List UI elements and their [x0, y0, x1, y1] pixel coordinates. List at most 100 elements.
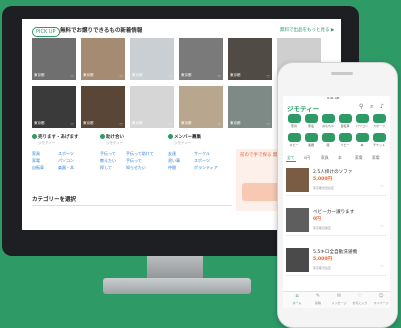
nav-icon[interactable]: ⌂ — [287, 293, 307, 299]
category-icon[interactable] — [305, 133, 318, 142]
category-link[interactable]: 仲間 — [168, 165, 176, 171]
category-icon[interactable] — [356, 114, 369, 123]
monitor-base — [103, 278, 251, 294]
category-icon[interactable] — [356, 133, 369, 142]
category-link[interactable]: ボランティア — [194, 165, 218, 171]
category-icon[interactable] — [339, 114, 352, 123]
category-icon[interactable] — [305, 114, 318, 123]
listing-image[interactable] — [286, 208, 309, 232]
heart-icon[interactable]: ♡ — [380, 184, 384, 189]
category-link[interactable]: 手伝って — [100, 151, 116, 157]
nav-label[interactable]: 投稿 — [308, 301, 328, 305]
nav-label[interactable]: マイページ — [371, 301, 390, 305]
nav-icon[interactable]: ♡ — [350, 293, 370, 299]
listing-price: 5,000円 — [313, 257, 333, 262]
status-bar: 9:41 AM — [283, 96, 390, 101]
heart-icon[interactable]: ♡ — [217, 74, 221, 79]
thumb-location: 東京都 — [34, 73, 45, 77]
tab[interactable]: 家具 — [321, 155, 329, 161]
category-link[interactable]: 自転車 — [32, 165, 44, 171]
category-link[interactable]: 探して — [100, 165, 112, 171]
category-link[interactable]: 家具 — [32, 151, 40, 157]
nav-icon[interactable]: ✉ — [329, 293, 349, 299]
category-icon[interactable] — [288, 133, 301, 142]
category-icon-label: ベビー — [340, 143, 350, 147]
listing-title[interactable]: ベビーカー譲ります — [313, 209, 354, 215]
listing-card[interactable]: ベビーカー譲ります 0円 東京都目黒区 ♡ — [286, 206, 386, 236]
category-icon[interactable] — [288, 114, 301, 123]
category-link[interactable]: 家電 — [32, 158, 40, 164]
heart-icon[interactable]: ♡ — [168, 122, 172, 127]
category-link[interactable]: スポーツ — [58, 151, 74, 157]
listing-title[interactable]: 2.5人掛けのソファ — [313, 169, 352, 175]
listing-thumb[interactable]: 東京都 ♡ — [81, 86, 125, 128]
nav-label[interactable]: ホーム — [287, 301, 307, 305]
listing-title[interactable]: 5.5キロ全自動洗濯機 — [313, 249, 357, 255]
tab[interactable]: 本 — [338, 155, 342, 161]
category-icon-label: 家具 — [290, 124, 297, 128]
tab[interactable]: 0円 — [304, 155, 310, 161]
category-icon[interactable] — [322, 114, 335, 123]
listing-card[interactable]: 5.5キロ全自動洗濯機 5,000円 東京都渋谷区 ♡ — [286, 246, 386, 276]
heart-icon[interactable]: ♡ — [380, 264, 384, 269]
tab[interactable]: 家電 — [355, 155, 363, 161]
listing-thumb[interactable]: 東京都 ♡ — [228, 86, 272, 128]
category-link[interactable]: 手伝って — [126, 158, 142, 164]
search-icon[interactable]: ⌕ — [370, 103, 373, 111]
category-link[interactable]: スポーツ — [194, 158, 210, 164]
nav-label[interactable]: メッセージ — [329, 301, 349, 305]
nav-label[interactable]: お気に入り — [350, 301, 370, 305]
heart-icon[interactable]: ♡ — [266, 74, 270, 79]
category-icon-label: ホビー — [289, 143, 299, 147]
heart-icon[interactable]: ♡ — [217, 122, 221, 127]
section-sub: ジモティー — [174, 141, 192, 145]
category-icon[interactable] — [373, 133, 386, 142]
category-icon-label: おもちゃ — [321, 124, 334, 128]
category-link[interactable]: 手伝って助けて — [126, 151, 154, 157]
heart-icon[interactable]: ♡ — [266, 122, 270, 127]
listing-thumb[interactable]: 東京都 ♡ — [130, 86, 174, 128]
listing-location: 東京都渋谷区 — [313, 266, 332, 270]
category-link[interactable]: パソコン — [58, 158, 74, 164]
section-heading[interactable]: メンバー募集 — [174, 134, 201, 140]
thumb-location: 東京都 — [181, 73, 192, 77]
listing-thumb[interactable]: 東京都 ♡ — [130, 38, 174, 80]
category-link[interactable]: 習い事 — [168, 158, 180, 164]
heart-icon[interactable]: ♡ — [168, 74, 172, 79]
nav-icon[interactable]: ✎ — [308, 293, 328, 299]
location-icon[interactable]: ⚲ — [359, 103, 363, 110]
listing-thumb[interactable]: 東京都 ♡ — [228, 38, 272, 80]
category-link[interactable]: 楽器・本 — [58, 165, 74, 171]
category-link[interactable]: 友達 — [168, 151, 176, 157]
bell-icon[interactable]: ♪ — [380, 103, 384, 110]
category-link[interactable]: 知らせたい — [126, 165, 146, 171]
listing-thumb[interactable]: 東京都 ♡ — [32, 38, 76, 80]
section-icon — [168, 134, 173, 139]
listing-thumb[interactable]: 東京都 ♡ — [179, 38, 223, 80]
heart-icon[interactable]: ♡ — [119, 122, 123, 127]
heart-icon[interactable]: ♡ — [380, 224, 384, 229]
listing-thumb[interactable]: 東京都 ♡ — [32, 86, 76, 128]
listing-image[interactable] — [286, 248, 309, 272]
category-link[interactable]: サークル — [194, 151, 210, 157]
tab[interactable]: 家電 — [372, 155, 380, 161]
category-icon[interactable] — [339, 133, 352, 142]
more-link[interactable]: 無料で出品をもっと見る ▶ — [280, 27, 334, 35]
section-heading[interactable]: 助け合い — [106, 134, 124, 140]
section-heading[interactable]: 売ります・あげます — [38, 134, 79, 140]
category-icon[interactable] — [322, 133, 335, 142]
category-icon-label: 本 — [360, 143, 364, 147]
listing-image[interactable] — [286, 168, 309, 192]
listing-thumb[interactable]: 東京都 ♡ — [179, 86, 223, 128]
section-icon — [100, 134, 105, 139]
thumb-location: 東京都 — [181, 121, 192, 125]
heart-icon[interactable]: ♡ — [119, 74, 123, 79]
heart-icon[interactable]: ♡ — [70, 74, 74, 79]
category-link[interactable]: 教えたい — [100, 158, 116, 164]
heart-icon[interactable]: ♡ — [70, 122, 74, 127]
nav-icon[interactable]: ☺ — [371, 293, 390, 299]
listing-card[interactable]: 2.5人掛けのソファ 5,000円 東京都世田谷区 ♡ — [286, 166, 386, 196]
category-icon[interactable] — [373, 114, 386, 123]
category-icon-label: 自転車 — [340, 124, 350, 128]
listing-thumb[interactable]: 東京都 ♡ — [81, 38, 125, 80]
